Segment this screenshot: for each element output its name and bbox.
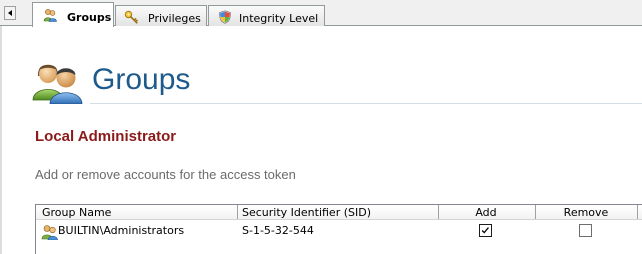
remove-checkbox[interactable]: [579, 224, 592, 237]
tab-integrity-level[interactable]: Integrity Level: [208, 5, 325, 26]
column-header-add[interactable]: Add: [438, 205, 534, 219]
tab-groups[interactable]: Groups: [32, 2, 114, 27]
add-checkbox[interactable]: [479, 224, 492, 237]
column-header-remove[interactable]: Remove: [536, 205, 636, 219]
tab-privileges[interactable]: Privileges: [115, 5, 207, 26]
column-separator[interactable]: [637, 205, 638, 219]
shield-icon: [219, 10, 231, 24]
column-header-sid[interactable]: Security Identifier (SID): [242, 205, 371, 219]
tab-scroll-left-button[interactable]: [4, 6, 16, 20]
header-divider: [90, 103, 642, 104]
users-icon: [43, 9, 57, 22]
column-separator[interactable]: [237, 205, 238, 219]
section-description: Add or remove accounts for the access to…: [35, 167, 296, 182]
sid-cell: S-1-5-32-544: [242, 224, 314, 237]
group-name-cell: BUILTIN\Administrators: [58, 224, 185, 237]
checkmark-icon: [481, 227, 489, 234]
table-header: Group Name Security Identifier (SID) Add…: [36, 205, 642, 220]
tab-label: Integrity Level: [239, 12, 319, 25]
page-title: Groups: [92, 63, 191, 96]
tab-strip: Groups Privileges Integrity Level: [0, 0, 642, 27]
section-title: Local Administrator: [35, 128, 177, 145]
users-icon: [32, 64, 83, 104]
tab-label: Groups: [67, 11, 112, 24]
tab-label: Privileges: [148, 12, 201, 25]
table-row[interactable]: BUILTIN\Administrators S-1-5-32-544: [36, 221, 642, 241]
key-icon: [124, 10, 138, 24]
page-left-border: [0, 26, 2, 254]
groups-table[interactable]: Group Name Security Identifier (SID) Add…: [35, 204, 642, 254]
group-icon: [41, 225, 58, 240]
column-header-group-name[interactable]: Group Name: [42, 205, 111, 219]
